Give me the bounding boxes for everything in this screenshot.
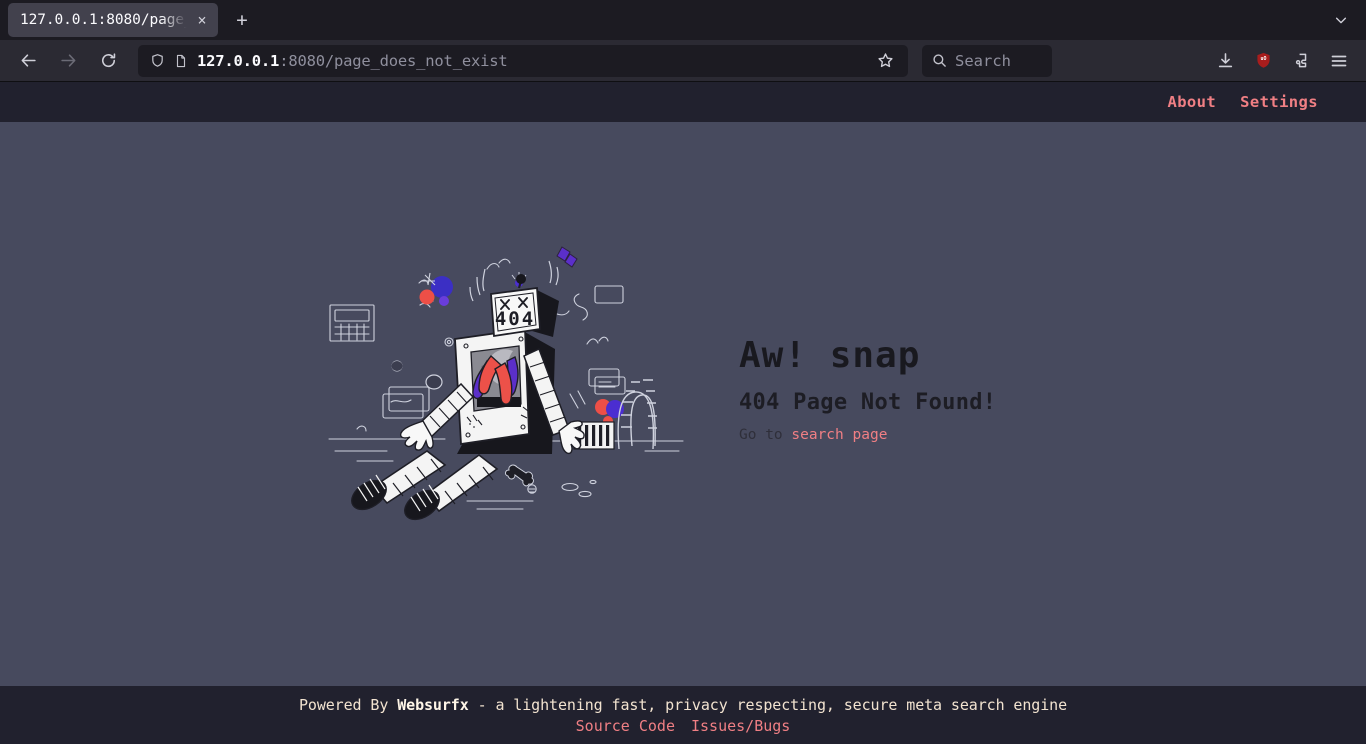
reload-button[interactable]	[91, 45, 125, 77]
footer-tagline-text: - a lightening fast, privacy respecting,…	[468, 695, 1068, 714]
browser-window: 127.0.0.1:8080/page_does_not_exist × + 1…	[0, 0, 1366, 744]
tab-strip: 127.0.0.1:8080/page_does_not_exist × +	[0, 0, 1366, 40]
svg-text:404: 404	[495, 308, 535, 330]
broken-robot-404-illustration: 404	[327, 239, 687, 539]
search-placeholder: Search	[955, 51, 1011, 70]
footer-links: Source Code Issues/Bugs	[576, 717, 791, 735]
url-path: :8080/page_does_not_exist	[279, 51, 508, 70]
nav-link-about[interactable]: About	[1167, 93, 1216, 111]
search-bar[interactable]: Search	[922, 44, 1052, 77]
chevron-down-icon[interactable]	[1326, 6, 1356, 34]
back-button[interactable]	[11, 45, 45, 77]
goto-prefix: Go to	[739, 427, 792, 443]
hamburger-menu-icon[interactable]	[1323, 45, 1355, 77]
footer-tagline: Powered By Websurfx - a lightening fast,…	[299, 696, 1067, 714]
page-content: About Settings 404 Aw! snap 404 Page Not…	[0, 82, 1366, 744]
download-icon[interactable]	[1209, 45, 1241, 77]
search-icon	[932, 53, 947, 68]
close-icon[interactable]: ×	[192, 10, 212, 30]
nav-link-settings[interactable]: Settings	[1240, 93, 1318, 111]
toolbar-actions: uO	[1206, 45, 1358, 77]
page-icon[interactable]	[174, 54, 188, 68]
search-page-link[interactable]: search page	[791, 427, 887, 443]
site-nav: About Settings	[0, 82, 1366, 122]
error-subheadline: 404 Page Not Found!	[739, 390, 997, 415]
svg-text:uO: uO	[1260, 56, 1266, 62]
new-tab-button[interactable]: +	[226, 4, 258, 36]
forward-button[interactable]	[51, 45, 85, 77]
extensions-icon[interactable]	[1285, 45, 1317, 77]
error-text-block: Aw! snap 404 Page Not Found! Go to searc…	[739, 335, 1039, 443]
url-bar[interactable]: 127.0.0.1:8080/page_does_not_exist	[138, 44, 908, 77]
url-text: 127.0.0.1:8080/page_does_not_exist	[197, 52, 870, 70]
error-headline: Aw! snap	[739, 335, 921, 376]
bookmark-star-icon[interactable]	[870, 46, 900, 76]
footer-link-issues-bugs[interactable]: Issues/Bugs	[691, 717, 790, 735]
browser-tab[interactable]: 127.0.0.1:8080/page_does_not_exist ×	[8, 3, 218, 37]
goto-line: Go to search page	[739, 427, 1039, 443]
browser-toolbar: 127.0.0.1:8080/page_does_not_exist Searc…	[0, 40, 1366, 82]
shield-icon[interactable]	[150, 53, 165, 68]
site-footer: Powered By Websurfx - a lightening fast,…	[0, 686, 1366, 744]
footer-powered-prefix: Powered By	[298, 695, 398, 714]
url-host: 127.0.0.1	[197, 51, 280, 70]
ublock-origin-icon[interactable]: uO	[1247, 45, 1279, 77]
footer-link-source-code[interactable]: Source Code	[576, 717, 675, 735]
footer-brand: Websurfx	[397, 695, 469, 714]
tab-title: 127.0.0.1:8080/page_does_not_exist	[20, 12, 192, 28]
error-content: 404 Aw! snap 404 Page Not Found! Go to s…	[0, 122, 1366, 686]
